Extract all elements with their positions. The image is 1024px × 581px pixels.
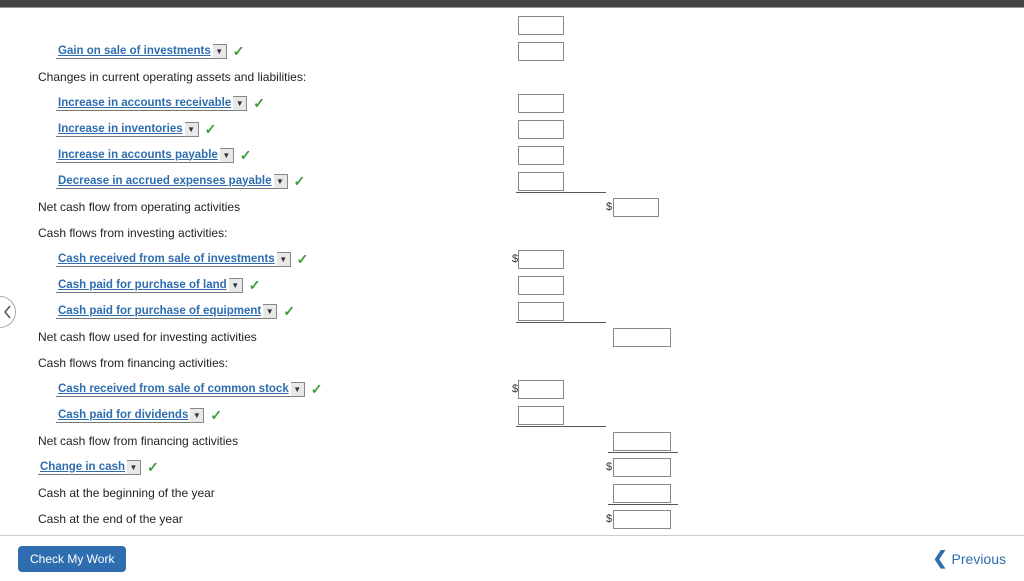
amount-input[interactable]	[518, 42, 564, 61]
check-icon: ✓	[283, 303, 295, 320]
check-my-work-button[interactable]: Check My Work	[18, 546, 126, 572]
chevron-down-icon[interactable]: ▼	[190, 408, 204, 423]
dollar-sign: $	[606, 461, 612, 473]
subtotal-underline	[608, 452, 678, 453]
dropdown-cash-sale-invest[interactable]: Cash received from sale of investments	[56, 252, 277, 267]
subtotal-underline	[516, 192, 606, 193]
check-icon: ✓	[297, 251, 309, 268]
amount-input[interactable]	[613, 458, 671, 477]
window-top-bar	[0, 0, 1024, 8]
check-icon: ✓	[253, 95, 265, 112]
row-changes-heading: Changes in current operating assets and …	[38, 64, 994, 90]
footer-bar: Check My Work ❮ Previous	[0, 535, 1024, 581]
label-cf-financing: Cash flows from financing activities:	[38, 356, 228, 370]
label-cf-investing: Cash flows from investing activities:	[38, 226, 227, 240]
check-icon: ✓	[233, 43, 245, 60]
label-net-cash-fin: Net cash flow from financing activities	[38, 434, 238, 448]
dollar-sign: $	[606, 513, 612, 525]
check-icon: ✓	[240, 147, 252, 164]
label-changes-heading: Changes in current operating assets and …	[38, 70, 306, 84]
dropdown-change-in-cash[interactable]: Change in cash	[38, 460, 127, 475]
chevron-down-icon[interactable]: ▼	[220, 148, 234, 163]
dropdown-cash-paid-land[interactable]: Cash paid for purchase of land	[56, 278, 229, 293]
subtotal-underline	[516, 426, 606, 427]
dropdown-cash-paid-equip[interactable]: Cash paid for purchase of equipment	[56, 304, 263, 319]
chevron-down-icon[interactable]: ▼	[127, 460, 141, 475]
amount-input[interactable]	[518, 250, 564, 269]
amount-input[interactable]	[518, 302, 564, 321]
label-cash-end: Cash at the end of the year	[38, 512, 183, 526]
dropdown-incr-ap[interactable]: Increase in accounts payable	[56, 148, 220, 163]
subtotal-underline	[516, 322, 606, 323]
chevron-left-icon: ❮	[932, 548, 947, 569]
row-gain-sale-investments: Gain on sale of investments ▼ ✓	[38, 38, 994, 64]
dropdown-cash-dividends[interactable]: Cash paid for dividends	[56, 408, 190, 423]
amount-input[interactable]	[518, 172, 564, 191]
dropdown-cash-common-stock[interactable]: Cash received from sale of common stock	[56, 382, 291, 397]
subtotal-underline	[608, 504, 678, 505]
amount-input[interactable]	[518, 146, 564, 165]
chevron-down-icon[interactable]: ▼	[263, 304, 277, 319]
amount-input[interactable]	[518, 276, 564, 295]
worksheet-content: Gain on sale of investments ▼ ✓ Changes …	[0, 8, 1024, 533]
amount-input[interactable]	[518, 16, 564, 35]
amount-input[interactable]	[518, 94, 564, 113]
dollar-sign: $	[606, 201, 612, 213]
chevron-down-icon[interactable]: ▼	[274, 174, 288, 189]
previous-link[interactable]: ❮ Previous	[932, 548, 1006, 569]
dropdown-incr-ar[interactable]: Increase in accounts receivable	[56, 96, 233, 111]
label-net-cash-invest: Net cash flow used for investing activit…	[38, 330, 257, 344]
amount-input[interactable]	[613, 510, 671, 529]
amount-input[interactable]	[613, 198, 659, 217]
check-icon: ✓	[210, 407, 222, 424]
check-icon: ✓	[294, 173, 306, 190]
dropdown-gain-sale-investments[interactable]: Gain on sale of investments	[56, 44, 213, 59]
check-icon: ✓	[311, 381, 323, 398]
check-icon: ✓	[205, 121, 217, 138]
amount-input[interactable]	[613, 432, 671, 451]
chevron-down-icon[interactable]: ▼	[185, 122, 199, 137]
amount-input[interactable]	[518, 380, 564, 399]
dropdown-incr-inv[interactable]: Increase in inventories	[56, 122, 185, 137]
check-icon: ✓	[147, 459, 159, 476]
check-icon: ✓	[249, 277, 261, 294]
dropdown-decr-accrued[interactable]: Decrease in accrued expenses payable	[56, 174, 274, 189]
chevron-down-icon[interactable]: ▼	[233, 96, 247, 111]
chevron-down-icon[interactable]: ▼	[213, 44, 227, 59]
amount-input[interactable]	[518, 120, 564, 139]
chevron-down-icon[interactable]: ▼	[229, 278, 243, 293]
amount-input[interactable]	[518, 406, 564, 425]
previous-label: Previous	[952, 551, 1006, 567]
label-net-cash-op: Net cash flow from operating activities	[38, 200, 240, 214]
chevron-down-icon[interactable]: ▼	[291, 382, 305, 397]
amount-input[interactable]	[613, 328, 671, 347]
amount-input[interactable]	[613, 484, 671, 503]
chevron-down-icon[interactable]: ▼	[277, 252, 291, 267]
label-cash-begin: Cash at the beginning of the year	[38, 486, 215, 500]
